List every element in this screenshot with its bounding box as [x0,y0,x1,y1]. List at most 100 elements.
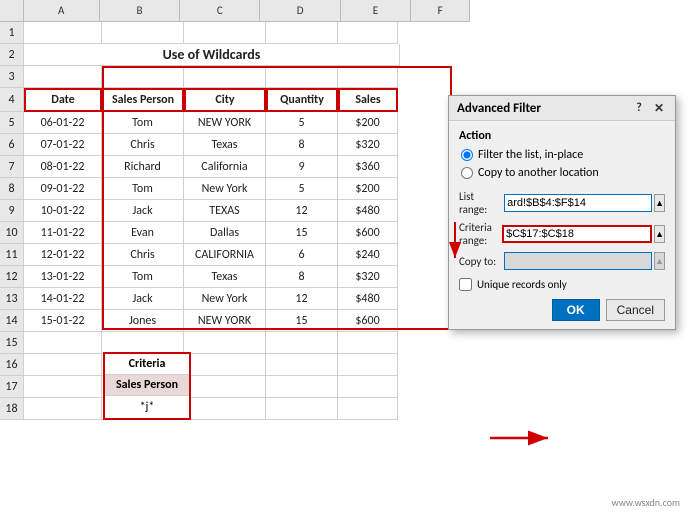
cell-13-sales[interactable]: $480 [338,288,398,310]
cell-3-b[interactable] [24,66,102,88]
cell-1-d[interactable] [184,22,266,44]
cell-8-sales[interactable]: $200 [338,178,398,200]
cell-16-f[interactable] [338,354,398,376]
close-icon[interactable]: ✕ [651,100,667,116]
cell-8-person[interactable]: Tom [102,178,184,200]
copy-to-input[interactable] [504,252,652,270]
cell-6-qty[interactable]: 8 [266,134,338,156]
cell-13-date[interactable]: 14-01-22 [24,288,102,310]
cell-5-person[interactable]: Tom [102,112,184,134]
cell-8-qty[interactable]: 5 [266,178,338,200]
cell-13-person[interactable]: Jack [102,288,184,310]
criteria-range-input[interactable] [502,225,652,243]
cell-11-qty[interactable]: 6 [266,244,338,266]
cell-15-c[interactable] [102,332,184,354]
radio-inplace-input[interactable] [461,149,473,161]
cell-17-e[interactable] [266,376,338,398]
cell-16-e[interactable] [266,354,338,376]
cell-1-f[interactable] [338,22,398,44]
cell-8-city[interactable]: New York [184,178,266,200]
cell-1-e[interactable] [266,22,338,44]
cell-11-sales[interactable]: $240 [338,244,398,266]
cell-18-f[interactable] [338,398,398,420]
criteria-range-btn[interactable]: ▲ [654,225,665,243]
list-range-btn[interactable]: ▲ [654,194,665,212]
ok-button[interactable]: OK [552,299,600,321]
cell-6-date[interactable]: 07-01-22 [24,134,102,156]
cell-9-qty[interactable]: 12 [266,200,338,222]
radio-copy-location[interactable]: Copy to another location [461,166,665,180]
cell-9-sales[interactable]: $480 [338,200,398,222]
cell-17-b[interactable] [24,376,102,398]
cell-15-e[interactable] [266,332,338,354]
cell-8-date[interactable]: 09-01-22 [24,178,102,200]
copy-to-btn[interactable]: ▲ [654,252,665,270]
cell-3-e[interactable] [266,66,338,88]
cell-11-city[interactable]: CALIFORNIA [184,244,266,266]
cell-10-sales[interactable]: $600 [338,222,398,244]
cell-15-b[interactable] [24,332,102,354]
grid-row-10: 10 11-01-22 Evan Dallas 15 $600 [0,222,470,244]
cell-3-d[interactable] [184,66,266,88]
radio-copy-input[interactable] [461,167,473,179]
cell-15-d[interactable] [184,332,266,354]
cell-10-date[interactable]: 11-01-22 [24,222,102,244]
cell-16-b[interactable] [24,354,102,376]
cell-5-city[interactable]: NEW YORK [184,112,266,134]
cell-12-sales[interactable]: $320 [338,266,398,288]
cell-6-city[interactable]: Texas [184,134,266,156]
cell-14-sales[interactable]: $600 [338,310,398,332]
cell-16-d[interactable] [184,354,266,376]
cell-14-person[interactable]: Jones [102,310,184,332]
cell-17-d[interactable] [184,376,266,398]
help-icon[interactable]: ? [631,100,647,116]
cell-3-c[interactable] [102,66,184,88]
header-person: Sales Person [102,88,184,112]
cell-10-qty[interactable]: 15 [266,222,338,244]
cell-5-date[interactable]: 06-01-22 [24,112,102,134]
cell-7-date[interactable]: 08-01-22 [24,156,102,178]
cell-9-person[interactable]: Jack [102,200,184,222]
cell-18-b[interactable] [24,398,102,420]
cell-11-date[interactable]: 12-01-22 [24,244,102,266]
cell-11-person[interactable]: Chris [102,244,184,266]
cell-10-person[interactable]: Evan [102,222,184,244]
cell-7-qty[interactable]: 9 [266,156,338,178]
cell-18-e[interactable] [266,398,338,420]
cancel-button[interactable]: Cancel [606,299,665,321]
cell-9-city[interactable]: TEXAS [184,200,266,222]
cell-13-qty[interactable]: 12 [266,288,338,310]
cell-3-f[interactable] [338,66,398,88]
list-range-input[interactable] [504,194,652,212]
cell-5-qty[interactable]: 5 [266,112,338,134]
cell-14-qty[interactable]: 15 [266,310,338,332]
cell-12-date[interactable]: 13-01-22 [24,266,102,288]
unique-records-row[interactable]: Unique records only [459,278,665,291]
cell-1-b[interactable] [24,22,102,44]
cell-12-person[interactable]: Tom [102,266,184,288]
cell-17-f[interactable] [338,376,398,398]
cell-15-f[interactable] [338,332,398,354]
cell-6-person[interactable]: Chris [102,134,184,156]
cell-9-date[interactable]: 10-01-22 [24,200,102,222]
dialog-buttons: OK Cancel [459,299,665,321]
cell-1-c[interactable] [102,22,184,44]
cell-14-city[interactable]: NEW YORK [184,310,266,332]
cell-5-sales[interactable]: $200 [338,112,398,134]
cell-18-d[interactable] [184,398,266,420]
criteria-value[interactable]: *j* [105,396,189,418]
cell-6-sales[interactable]: $320 [338,134,398,156]
cell-12-qty[interactable]: 8 [266,266,338,288]
cell-14-date[interactable]: 15-01-22 [24,310,102,332]
spreadsheet: A B C D E F 1 2 Use of Wildcards 3 [0,0,688,513]
cell-7-sales[interactable]: $360 [338,156,398,178]
radio-filter-inplace[interactable]: Filter the list, in-place [461,148,665,162]
cell-12-city[interactable]: Texas [184,266,266,288]
grid-row-12: 12 13-01-22 Tom Texas 8 $320 [0,266,470,288]
grid-row-4: 4 Date Sales Person City Quantity Sales [0,88,470,112]
cell-10-city[interactable]: Dallas [184,222,266,244]
unique-records-checkbox[interactable] [459,278,472,291]
cell-7-person[interactable]: Richard [102,156,184,178]
cell-7-city[interactable]: California [184,156,266,178]
cell-13-city[interactable]: New York [184,288,266,310]
